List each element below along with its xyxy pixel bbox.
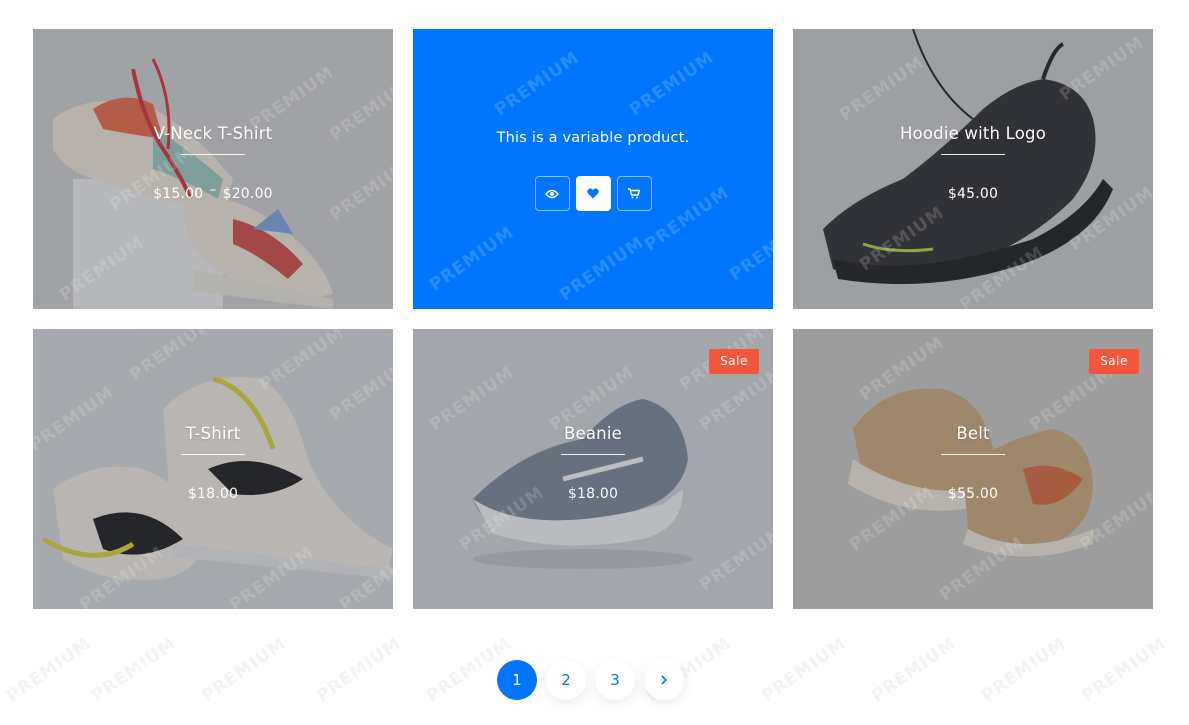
product-card[interactable]: PREMIUM PREMIUM PREMIUM PREMIUM PREMIUM … — [413, 329, 773, 609]
price-separator: – — [209, 182, 217, 198]
heart-icon — [587, 188, 599, 199]
product-card-hovered[interactable]: PREMIUM PREMIUM PREMIUM PREMIUM PREMIUM … — [413, 29, 773, 309]
product-title[interactable]: Belt — [793, 424, 1153, 443]
price-max: $20.00 — [222, 186, 273, 202]
title-divider — [941, 454, 1005, 455]
title-divider — [181, 454, 245, 455]
product-price: $55.00 — [947, 486, 999, 502]
page-3-button[interactable]: 3 — [595, 660, 635, 700]
product-grid: PREMIUM PREMIUM PREMIUM PREMIUM PREMIUM … — [33, 29, 1153, 609]
product-title[interactable]: Beanie — [413, 424, 773, 443]
product-price: $15.00– $20.00 — [33, 182, 393, 202]
page-2-button[interactable]: 2 — [546, 660, 586, 700]
quick-view-button[interactable] — [534, 176, 570, 211]
product-price: $18.00 — [567, 486, 619, 502]
next-page-button[interactable] — [644, 660, 684, 700]
sale-badge: Sale — [1089, 349, 1139, 374]
wishlist-button[interactable] — [575, 176, 611, 211]
title-divider — [181, 154, 245, 155]
product-title[interactable]: Hoodie with Logo — [793, 124, 1153, 143]
product-title[interactable]: T-Shirt — [33, 424, 393, 443]
product-card[interactable]: PREMIUM PREMIUM PREMIUM PREMIUM PREMIUM … — [33, 29, 393, 309]
page-1-button[interactable]: 1 — [497, 660, 537, 700]
image-watermark: PREMIUM PREMIUM PREMIUM PREMIUM PREMIUM … — [426, 47, 773, 306]
title-divider — [941, 154, 1005, 155]
title-divider — [561, 454, 625, 455]
add-to-cart-button[interactable] — [616, 176, 652, 211]
eye-icon — [545, 189, 559, 198]
product-card[interactable]: PREMIUM PREMIUM PREMIUM PREMIUM PREMIUM … — [33, 329, 393, 609]
product-description: This is a variable product. — [496, 130, 690, 146]
product-card[interactable]: PREMIUM PREMIUM PREMIUM PREMIUM PREMIUM … — [793, 29, 1153, 309]
sale-badge: Sale — [709, 349, 759, 374]
pagination: 1 2 3 — [497, 660, 684, 700]
price-min: $15.00 — [153, 186, 204, 202]
product-card[interactable]: PREMIUM PREMIUM PREMIUM PREMIUM PREMIUM … — [793, 329, 1153, 609]
product-price: $45.00 — [947, 186, 999, 202]
product-price: $18.00 — [187, 486, 239, 502]
product-title[interactable]: V-Neck T-Shirt — [33, 124, 393, 143]
chevron-right-icon — [661, 675, 668, 685]
cart-icon — [628, 188, 640, 199]
product-actions — [413, 176, 773, 211]
